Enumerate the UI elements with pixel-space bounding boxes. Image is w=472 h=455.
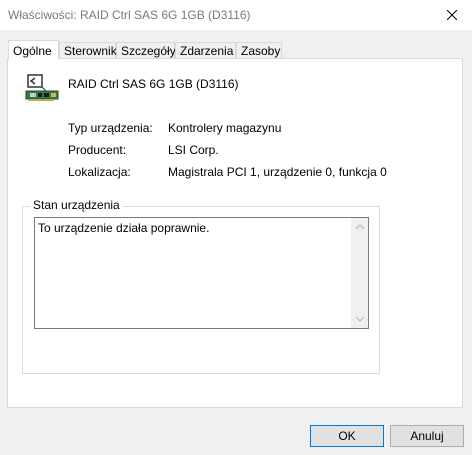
cancel-button[interactable]: Anuluj (390, 425, 464, 447)
tab-events[interactable]: Zdarzenia (175, 42, 236, 59)
device-type-value: Kontrolery magazynu (168, 121, 282, 135)
manufacturer-label: Producent: (68, 143, 127, 157)
tab-resources[interactable]: Zasoby (236, 42, 282, 59)
location-value: Magistrala PCI 1, urządzenie 0, funkcja … (168, 165, 387, 179)
close-icon (447, 10, 457, 20)
location-label: Lokalizacja: (68, 165, 131, 179)
status-scrollbar[interactable] (351, 218, 368, 328)
tab-driver[interactable]: Sterownik (59, 42, 117, 59)
title-bar: Właściwości: RAID Ctrl SAS 6G 1GB (D3116… (0, 0, 472, 30)
device-status-textbox[interactable]: To urządzenie działa poprawnie. (34, 217, 369, 329)
chevron-down-icon (355, 317, 364, 322)
close-button[interactable] (432, 0, 472, 30)
ok-button[interactable]: OK (310, 425, 384, 447)
device-name: RAID Ctrl SAS 6G 1GB (D3116) (68, 77, 239, 91)
scroll-up-arrow[interactable] (351, 218, 368, 235)
window-title: Właściwości: RAID Ctrl SAS 6G 1GB (D3116… (8, 8, 251, 22)
raid-controller-icon (25, 74, 59, 101)
chevron-up-icon (355, 224, 364, 229)
tab-general[interactable]: Ogólne (8, 40, 59, 60)
device-status-label: Stan urządzenia (30, 198, 123, 212)
scroll-down-arrow[interactable] (351, 311, 368, 328)
general-tab-panel: RAID Ctrl SAS 6G 1GB (D3116) Typ urządze… (7, 58, 463, 408)
tab-details[interactable]: Szczegóły (116, 42, 176, 59)
manufacturer-value: LSI Corp. (168, 143, 219, 157)
device-type-label: Typ urządzenia: (68, 121, 153, 135)
device-status-text: To urządzenie działa poprawnie. (38, 221, 210, 235)
